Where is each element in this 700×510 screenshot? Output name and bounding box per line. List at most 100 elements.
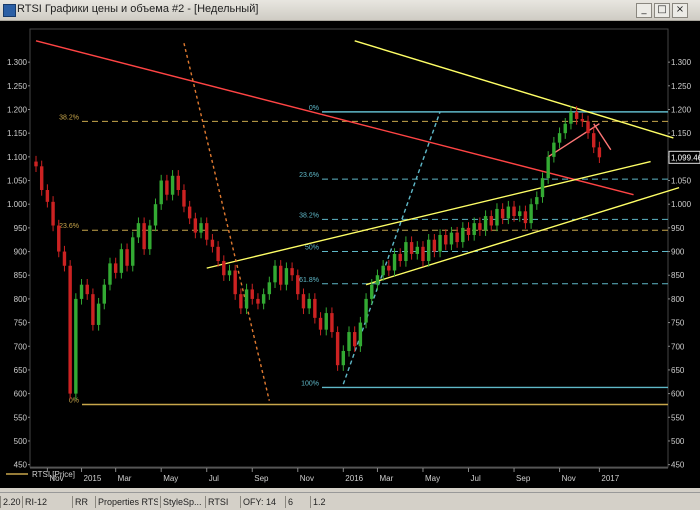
x-tick-label: Jul [209,474,219,483]
candle-body [250,289,254,299]
y-tick-label-right: 700 [671,342,685,351]
x-tick-label: Jul [471,474,481,483]
candle-body [165,180,169,195]
fib-level-label: 38.2% [299,212,319,219]
candle-body [256,298,260,304]
y-tick-label-right: 1.200 [671,105,692,114]
candle-body [540,178,545,198]
candle-body [335,332,340,366]
x-tick-label: Sep [516,474,531,483]
y-tick-label-left: 1.200 [7,105,28,114]
y-tick-label-left: 550 [14,413,28,422]
candle-body [518,211,522,217]
candle-body [489,216,493,226]
candle-body [74,298,78,394]
maximize-button[interactable]: □ [654,3,670,18]
status-bar: 2.2014 RI-12 RR Properties RTSI StyleSp.… [0,492,700,510]
candle-body [409,242,414,254]
candle-body [267,282,272,295]
y-tick-label-right: 650 [671,366,685,375]
status-segment: 2.2014 [0,496,21,508]
candle-body [57,225,61,252]
y-tick-label-right: 950 [671,224,685,233]
status-segment: 1.2 [310,496,333,508]
candle-body [136,223,141,238]
candle-body [290,268,294,276]
chart-area[interactable]: 450 450 500 500 550 550 600 600 650 650 700 700 750 7… [0,21,700,488]
candle-body [358,322,363,347]
candle-body [552,142,556,157]
status-segment: RR [72,496,93,508]
x-tick-label: Sep [254,474,269,483]
candle-body [62,251,67,266]
fib-level-label: 50% [305,245,319,252]
minimize-button[interactable]: _ [636,3,652,18]
candle-body [182,189,186,207]
candle-body [404,242,408,262]
close-button[interactable]: × [672,3,688,18]
fib-level-label: 100% [301,380,319,387]
candle-body [222,261,226,276]
fib-level-label: 23.6% [59,223,79,230]
candle-body [495,208,499,226]
candle-body [455,232,459,243]
candle-body [500,208,505,219]
candle-body [512,206,516,217]
y-tick-label-left: 500 [14,437,28,446]
candle-body [131,237,135,266]
candle-body [597,147,602,158]
candle-body [535,197,539,205]
candle-body [176,175,180,190]
y-tick-label-left: 1.250 [7,82,28,91]
candle-body [96,303,101,325]
candle-body [438,234,442,252]
x-tick-label: 2017 [601,474,619,483]
candle-body [301,294,306,309]
fib-level-label: 23.6% [299,172,319,179]
candle-body [330,313,334,333]
y-tick-label-right: 850 [671,271,685,280]
candle-body [313,298,317,318]
candle-body [244,289,249,309]
candle-body [205,223,209,240]
y-tick-label-left: 1.050 [7,177,28,186]
y-tick-label-right: 1.050 [671,177,692,186]
fib-level-label: 61.8% [299,277,319,284]
x-tick-label: 2015 [84,474,102,483]
candle-body [569,111,573,124]
candle-body [142,223,146,250]
candle-body [284,268,289,285]
candle-body [239,294,243,309]
candle-body [472,223,476,235]
candle-body [557,133,562,143]
y-tick-label-left: 1.150 [7,129,28,138]
candle-body [347,332,351,351]
status-segment: OFY: 14 [240,496,283,508]
trendline [342,111,441,385]
candle-body [193,218,198,233]
candle-body [210,239,215,247]
candle-body [318,317,323,330]
x-tick-label: Mar [118,474,132,483]
candle-body [91,294,95,325]
fib-level-label: 38.2% [59,114,79,121]
candle-body [68,265,72,394]
candle-body [119,249,124,273]
y-tick-label-right: 600 [671,390,685,399]
candle-body [506,206,511,219]
candle-body [375,275,380,285]
y-tick-label-right: 500 [671,437,685,446]
candle-body [216,246,220,262]
candle-body [574,111,579,119]
x-tick-label: May [425,474,440,483]
status-segment: StyleSp... [160,496,203,508]
candle-body [125,249,129,266]
title-bar[interactable]: RTSI Графики цены и объема #2 - [Недельн… [0,0,700,21]
candle-body [483,216,488,231]
plot-frame [29,28,669,468]
candle-body [352,332,357,347]
y-tick-label-left: 750 [14,319,28,328]
candle-body [279,265,283,285]
app-icon [3,4,16,17]
price-chart[interactable]: 450 450 500 500 550 550 600 600 650 650 700 700 750 7… [0,21,700,488]
